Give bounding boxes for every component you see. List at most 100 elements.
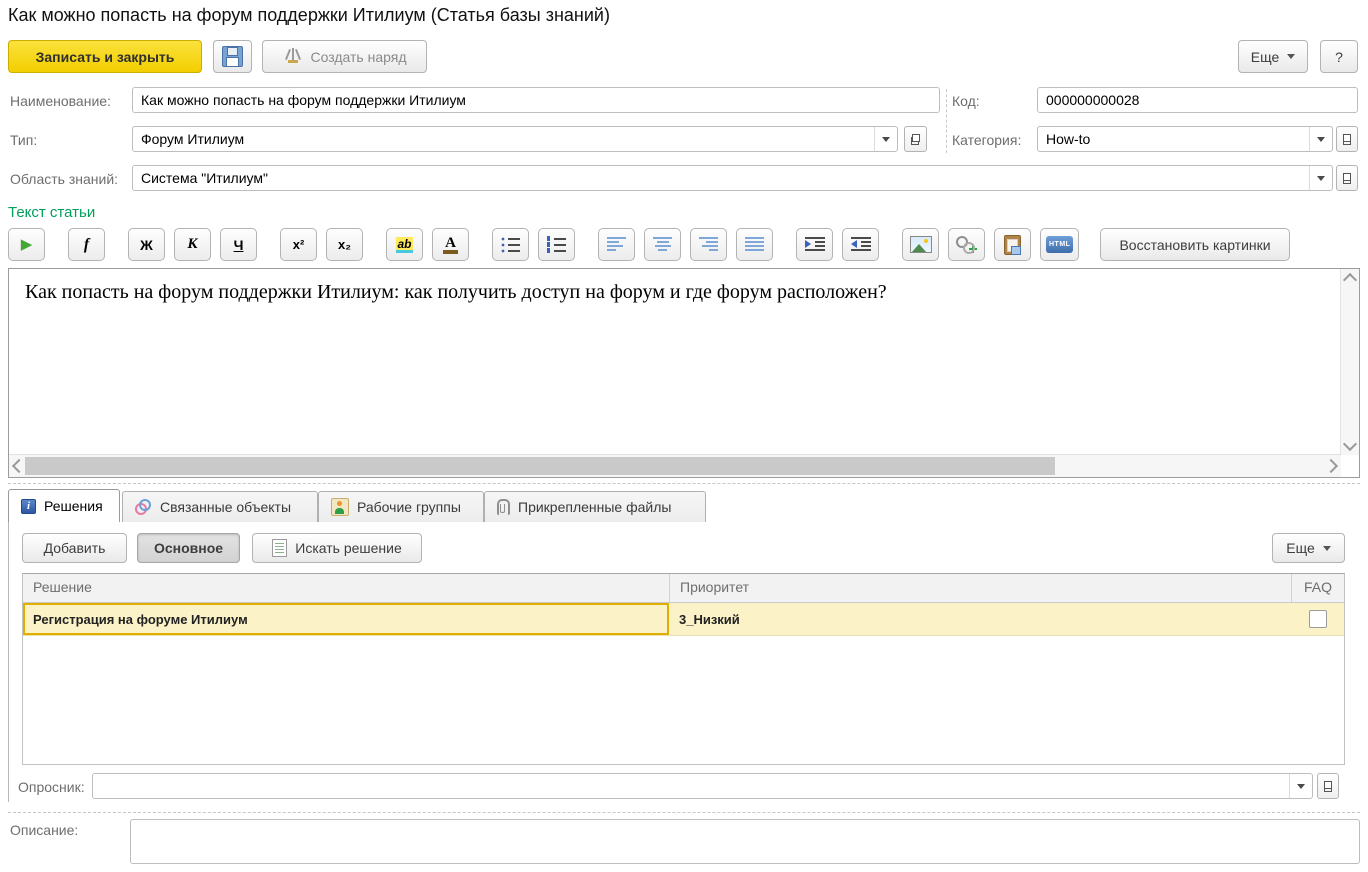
create-order-button[interactable]: Создать наряд [262,40,427,73]
scroll-left-icon[interactable] [12,459,26,473]
column-header-solution[interactable]: Решение [23,574,669,602]
separator [8,812,1360,813]
info-icon [21,499,36,514]
highlight-button[interactable]: ab [386,228,423,261]
knowledge-area-open-button[interactable] [1336,165,1358,191]
tab-workgroups-label: Рабочие группы [357,499,461,515]
description-textarea[interactable] [130,819,1360,864]
work-order-icon [283,47,303,66]
open-object-icon [1343,173,1351,184]
floppy-disk-icon [222,46,243,67]
restore-images-label: Восстановить картинки [1119,237,1270,253]
article-text-content[interactable]: Как попасть на форум поддержки Итилиум: … [9,269,1341,455]
name-input[interactable] [133,88,939,112]
subscript-icon: x₂ [338,237,351,252]
horizontal-scrollbar[interactable] [9,454,1341,477]
save-and-close-button[interactable]: Записать и закрыть [8,40,202,73]
indent-decrease-button[interactable] [842,228,879,261]
scroll-down-icon[interactable] [1343,437,1357,451]
numbered-list-button[interactable] [538,228,575,261]
editor-toolbar-buttons: ▶ fЖКЧx² x₂ ab A HTML [8,228,1088,261]
knowledge-article-window: Как можно попасть на форум поддержки Ити… [0,0,1368,872]
solution-cell[interactable]: Регистрация на форуме Итилиум [23,603,669,635]
category-label: Категория: [952,132,1021,148]
questionnaire-combo [92,773,1313,799]
code-field [1037,87,1358,113]
solutions-more-button[interactable]: Еще [1272,533,1345,563]
align-justify-button[interactable] [736,228,773,261]
search-solution-button[interactable]: Искать решение [252,533,422,563]
column-divider [946,89,947,153]
subscript-button[interactable]: x₂ [326,228,363,261]
highlight-icon: ab [396,237,412,253]
italic-button[interactable]: К [174,228,211,261]
column-header-faq[interactable]: FAQ [1291,574,1344,602]
scroll-up-icon[interactable] [1343,273,1357,287]
tab-workgroups[interactable]: Рабочие группы [318,491,484,522]
chevron-down-icon [1287,54,1295,59]
questionnaire-input[interactable] [93,774,1289,798]
search-solution-label: Искать решение [295,540,402,556]
main-solution-button[interactable]: Основное [137,533,240,563]
paste-image-button[interactable] [994,228,1031,261]
separator [8,483,1360,484]
questionnaire-dropdown-arrow-icon[interactable] [1289,774,1312,798]
questionnaire-open-button[interactable] [1317,773,1339,799]
align-right-button[interactable] [690,228,727,261]
superscript-button[interactable]: x² [280,228,317,261]
table-row[interactable]: Регистрация на форуме Итилиум 3_Низкий [23,603,1344,636]
insert-image-button[interactable] [902,228,939,261]
align-center-icon [653,237,672,252]
tab-solutions[interactable]: Решения [8,489,120,522]
chevron-down-icon [1323,546,1331,551]
article-text-editor[interactable]: Как попасть на форум поддержки Итилиум: … [8,268,1360,478]
tab-panel-border [8,522,9,802]
restore-images-button[interactable]: Восстановить картинки [1100,228,1289,261]
knowledge-area-dropdown-arrow-icon[interactable] [1309,166,1332,190]
horizontal-scroll-thumb[interactable] [25,457,1055,475]
add-solution-button[interactable]: Добавить [22,533,127,563]
indent-increase-button[interactable] [796,228,833,261]
type-input[interactable] [133,127,874,151]
tab-solutions-label: Решения [44,498,103,514]
type-dropdown-arrow-icon[interactable] [874,127,897,151]
formula-button[interactable]: f [68,228,105,261]
code-input[interactable] [1038,88,1357,112]
save-button[interactable] [213,40,252,73]
help-button[interactable]: ? [1320,40,1358,73]
tab-linked-objects[interactable]: Связанные объекты [122,491,318,522]
knowledge-area-input[interactable] [133,166,1309,190]
faq-checkbox[interactable] [1309,610,1327,628]
scroll-right-icon[interactable] [1324,459,1338,473]
html-source-button[interactable]: HTML [1040,228,1079,261]
align-left-button[interactable] [598,228,635,261]
category-dropdown-arrow-icon[interactable] [1309,127,1332,151]
superscript-icon: x² [293,237,305,252]
add-link-button[interactable] [948,228,985,261]
category-input[interactable] [1038,127,1309,151]
indent-decrease-icon [851,237,871,252]
knowledge-area-combo [132,165,1333,191]
vertical-scrollbar[interactable] [1340,269,1359,455]
knowledge-area-label: Область знаний: [10,171,118,187]
more-menu-button[interactable]: Еще [1238,40,1308,73]
faq-cell [1291,603,1344,635]
bullet-list-button[interactable] [492,228,529,261]
category-open-button[interactable] [1336,126,1358,152]
column-header-priority[interactable]: Приоритет [669,574,1291,602]
align-center-button[interactable] [644,228,681,261]
tab-attached-files-label: Прикрепленные файлы [518,499,671,515]
name-label: Наименование: [10,93,111,109]
workgroup-person-icon [331,498,349,516]
font-color-button[interactable]: A [432,228,469,261]
bold-button[interactable]: Ж [128,228,165,261]
questionnaire-label: Опросник: [18,779,85,795]
description-label: Описание: [10,822,78,838]
type-open-button[interactable] [904,126,927,152]
priority-cell[interactable]: 3_Низкий [669,603,1291,635]
underline-button[interactable]: Ч [220,228,257,261]
preview-button[interactable]: ▶ [8,228,45,261]
tab-attached-files[interactable]: Прикрепленные файлы [484,491,706,522]
code-label: Код: [952,93,980,109]
category-combo [1037,126,1333,152]
